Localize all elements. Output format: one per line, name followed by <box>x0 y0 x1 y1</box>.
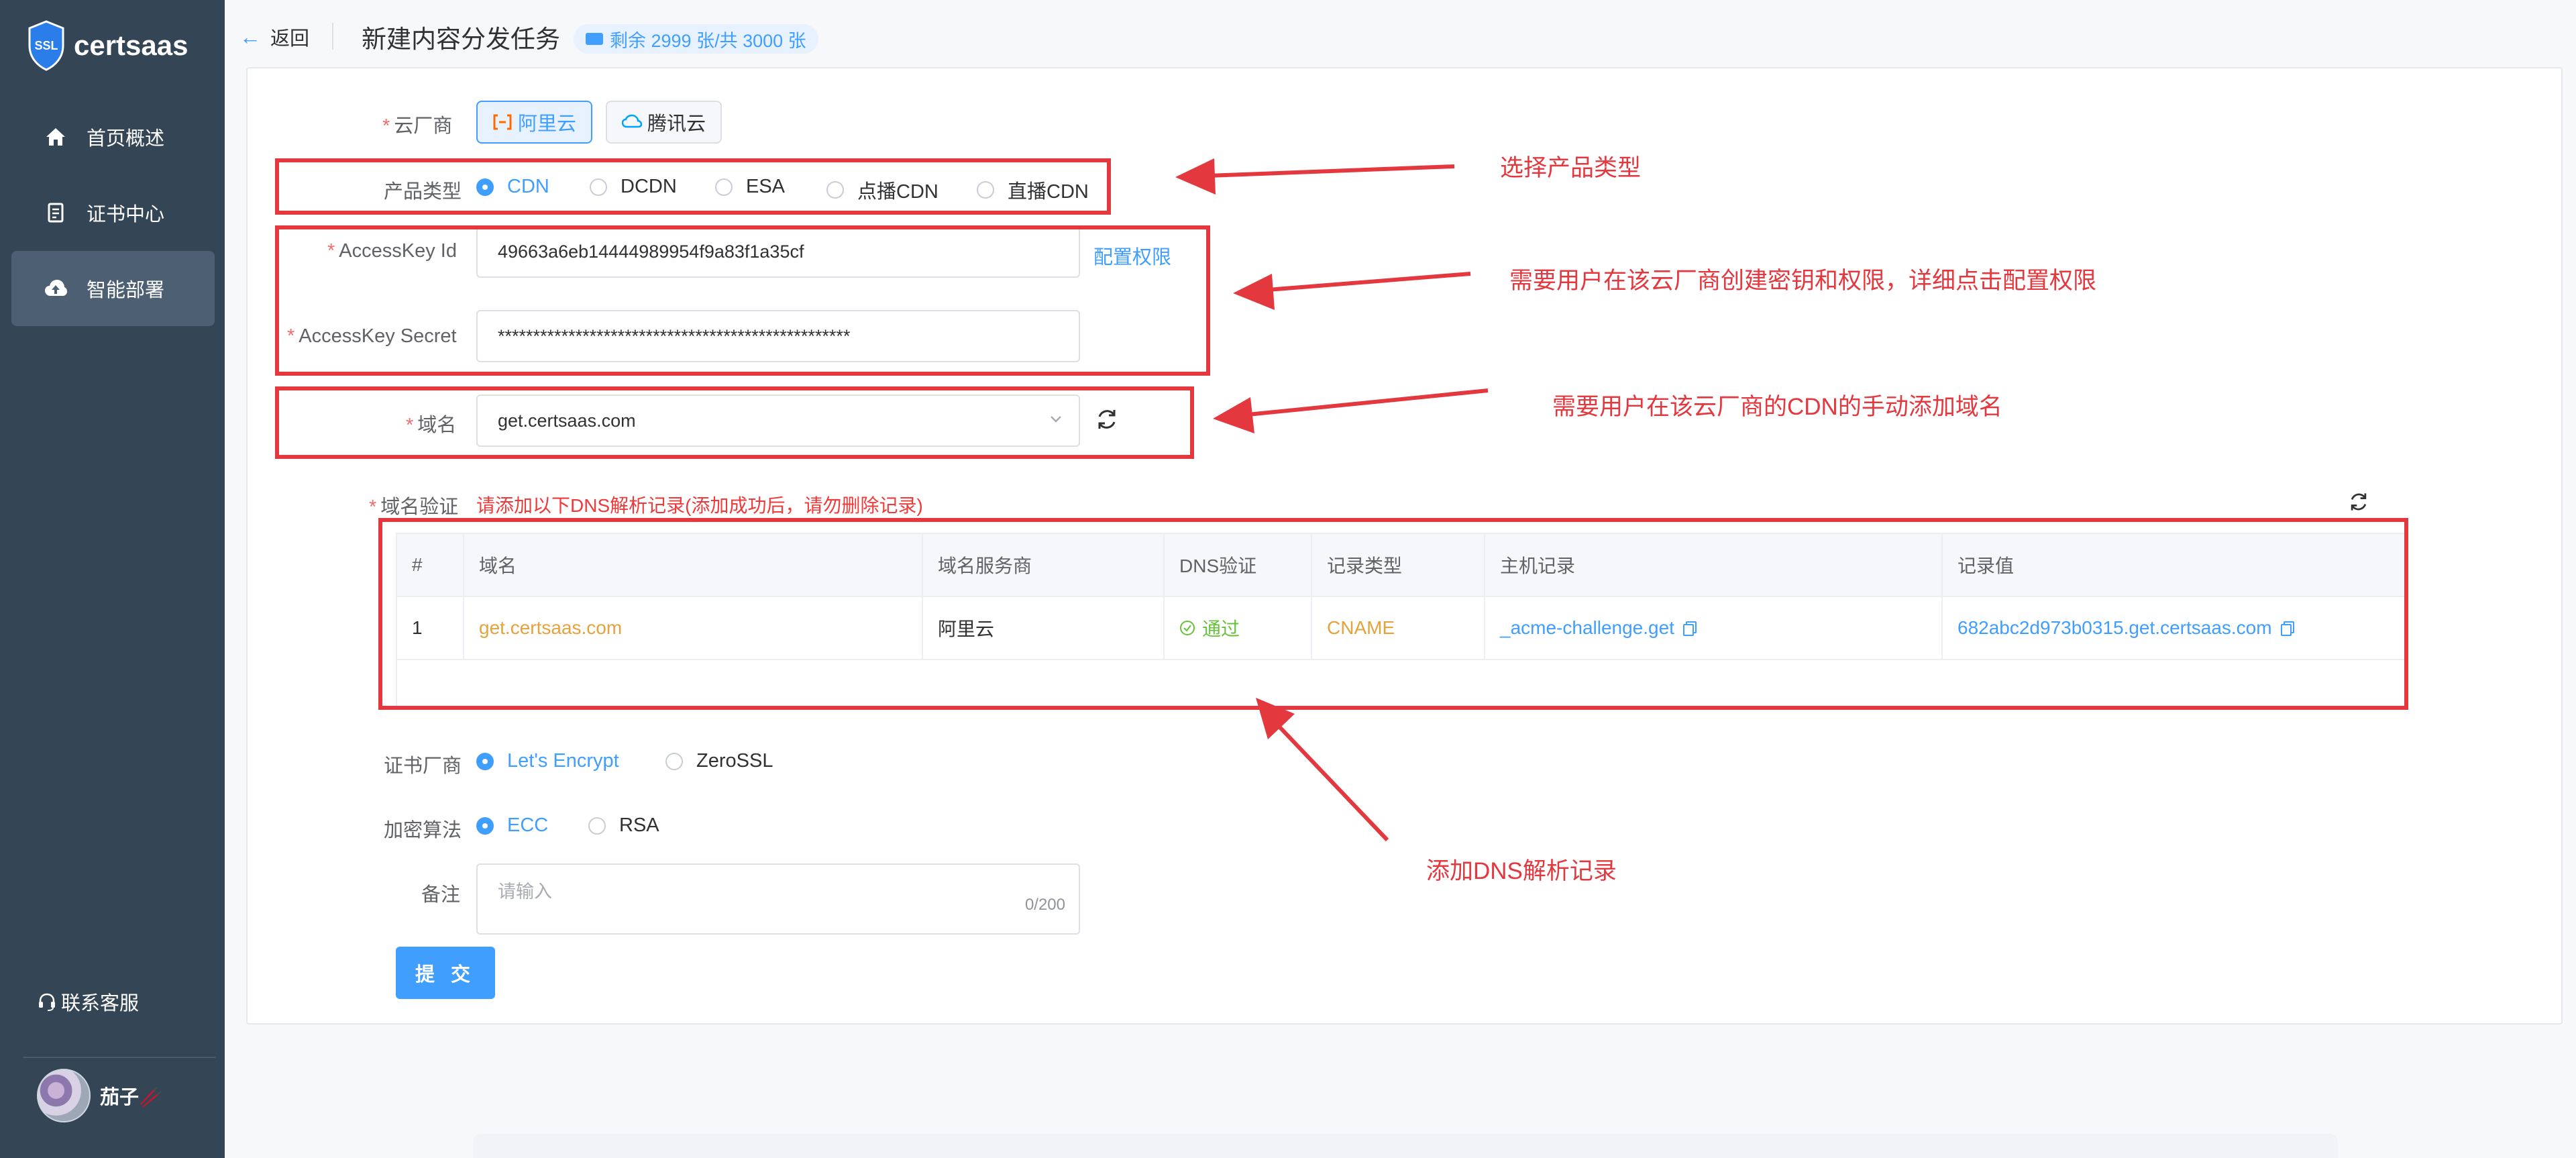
sidebar-divider <box>23 1057 215 1058</box>
svg-text:SSL: SSL <box>34 39 58 52</box>
sidebar-item-certificates[interactable]: 证书中心 <box>11 175 215 250</box>
app-logo[interactable]: SSL certsaas <box>27 20 188 71</box>
bottom-bar <box>473 1134 2338 1158</box>
cloud-upload-icon <box>44 276 68 301</box>
cloud-vendor-label: * 云厂商 <box>382 115 453 137</box>
user-name: 茄子🥢 <box>100 1087 164 1108</box>
annotation-text-product-type: 选择产品类型 <box>1500 155 1642 181</box>
radio-dot <box>476 752 494 770</box>
sidebar-item-overview[interactable]: 首页概述 <box>11 99 215 174</box>
sidebar-item-label: 首页概述 <box>87 128 165 150</box>
radio-dot <box>665 752 683 770</box>
remark-counter: 0/200 <box>1024 896 1065 914</box>
user-profile[interactable]: 茄子🥢 <box>37 1069 163 1122</box>
sidebar-item-label: 智能部署 <box>87 280 165 301</box>
dns-instruction-note: 请添加以下DNS解析记录(添加成功后，请勿删除记录) <box>476 495 923 516</box>
annotation-box-domain <box>275 386 1194 459</box>
remark-placeholder: 请输入 <box>498 882 552 902</box>
vendor-aliyun-button[interactable]: 阿里云 <box>476 101 593 144</box>
arrow-left-icon: ← <box>239 24 261 49</box>
cert-vendor-label: 证书厂商 <box>384 755 462 777</box>
sidebar: SSL certsaas 首页概述 证书中心 智能部署 联系客服 茄子🥢 <box>0 0 225 1158</box>
domain-verify-label: * 域名验证 <box>369 496 459 518</box>
app-name: certsaas <box>74 30 189 61</box>
annotation-box-dns <box>378 518 2408 710</box>
vendor-tencent-button[interactable]: 腾讯云 <box>606 101 722 144</box>
remark-textarea[interactable]: 请输入 0/200 <box>476 863 1080 935</box>
submit-button[interactable]: 提 交 <box>396 947 495 999</box>
sidebar-item-deploy[interactable]: 智能部署 <box>11 251 215 326</box>
document-icon <box>44 201 68 225</box>
annotation-text-access-key: 需要用户在该云厂商创建密钥和权限，详细点击配置权限 <box>1509 268 2097 294</box>
annotation-box-access-key <box>275 225 1210 376</box>
remark-label: 备注 <box>421 884 461 906</box>
vendor-label: 阿里云 <box>518 113 577 135</box>
annotation-text-dns: 添加DNS解析记录 <box>1426 858 1617 884</box>
back-button[interactable]: ← 返回 <box>239 23 309 51</box>
radio-algo-ecc[interactable]: ECC <box>476 814 548 837</box>
page-title: 新建内容分发任务 <box>362 25 560 53</box>
radio-dot <box>588 817 606 835</box>
sidebar-item-label: 证书中心 <box>87 204 165 225</box>
contact-support-link[interactable]: 联系客服 <box>37 988 139 1016</box>
radio-cert-letsencrypt[interactable]: Let's Encrypt <box>476 750 619 772</box>
avatar <box>37 1069 91 1122</box>
algorithm-label: 加密算法 <box>384 820 462 841</box>
annotation-box-product-type <box>275 158 1111 215</box>
radio-algo-rsa[interactable]: RSA <box>588 814 659 837</box>
ticket-icon <box>586 33 603 45</box>
home-icon <box>44 125 68 149</box>
shield-logo-icon: SSL <box>27 20 66 71</box>
quota-badge: 剩余 2999 张/共 3000 张 <box>574 24 818 54</box>
quota-text: 剩余 2999 张/共 3000 张 <box>610 30 806 51</box>
annotation-text-domain: 需要用户在该云厂商的CDN的手动添加域名 <box>1552 394 2002 420</box>
tencent-cloud-icon <box>621 113 643 131</box>
radio-cert-zerossl[interactable]: ZeroSSL <box>665 750 773 772</box>
page-header: ← 返回 新建内容分发任务 剩余 2999 张/共 3000 张 <box>225 0 2576 70</box>
headset-icon <box>37 992 57 1012</box>
refresh-dns-icon[interactable] <box>2347 490 2373 517</box>
back-label: 返回 <box>270 28 310 50</box>
radio-dot <box>476 817 494 835</box>
header-divider <box>332 23 333 50</box>
vendor-label: 腾讯云 <box>647 113 706 135</box>
aliyun-icon <box>492 113 513 131</box>
support-label: 联系客服 <box>61 993 140 1014</box>
